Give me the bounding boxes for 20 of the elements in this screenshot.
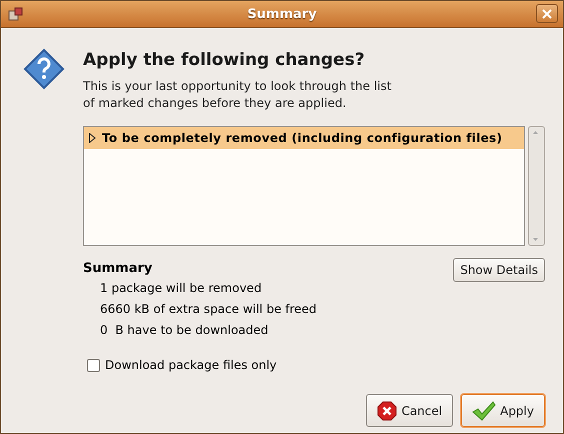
checkbox[interactable] bbox=[87, 358, 100, 372]
close-button[interactable] bbox=[536, 4, 558, 23]
checkmark-icon bbox=[472, 400, 496, 420]
dialog-description: This is your last opportunity to look through the list of marked changes before they are applied. bbox=[83, 78, 392, 112]
change-group-row[interactable]: To be completely removed (including configuration files) bbox=[84, 127, 524, 149]
window-title: Summary bbox=[247, 6, 317, 22]
cancel-button[interactable]: Cancel bbox=[366, 394, 454, 427]
dialog-heading: Apply the following changes? bbox=[83, 50, 366, 70]
summary-line: 6660 kB of extra space will be freed bbox=[100, 301, 317, 318]
apply-button[interactable]: Apply bbox=[461, 394, 545, 427]
close-icon bbox=[542, 8, 552, 18]
summary-line: 0 B have to be downloaded bbox=[100, 322, 270, 339]
cancel-icon bbox=[377, 400, 398, 420]
summary-line: 1 package will be removed bbox=[100, 280, 263, 297]
package-icon bbox=[7, 5, 25, 23]
collapsed-arrow-icon[interactable] bbox=[88, 133, 96, 143]
show-details-button[interactable]: Show Details bbox=[453, 258, 545, 282]
checkbox-label[interactable]: Download package files only bbox=[105, 358, 277, 372]
question-icon bbox=[23, 48, 65, 90]
summary-title: Summary bbox=[83, 261, 154, 276]
